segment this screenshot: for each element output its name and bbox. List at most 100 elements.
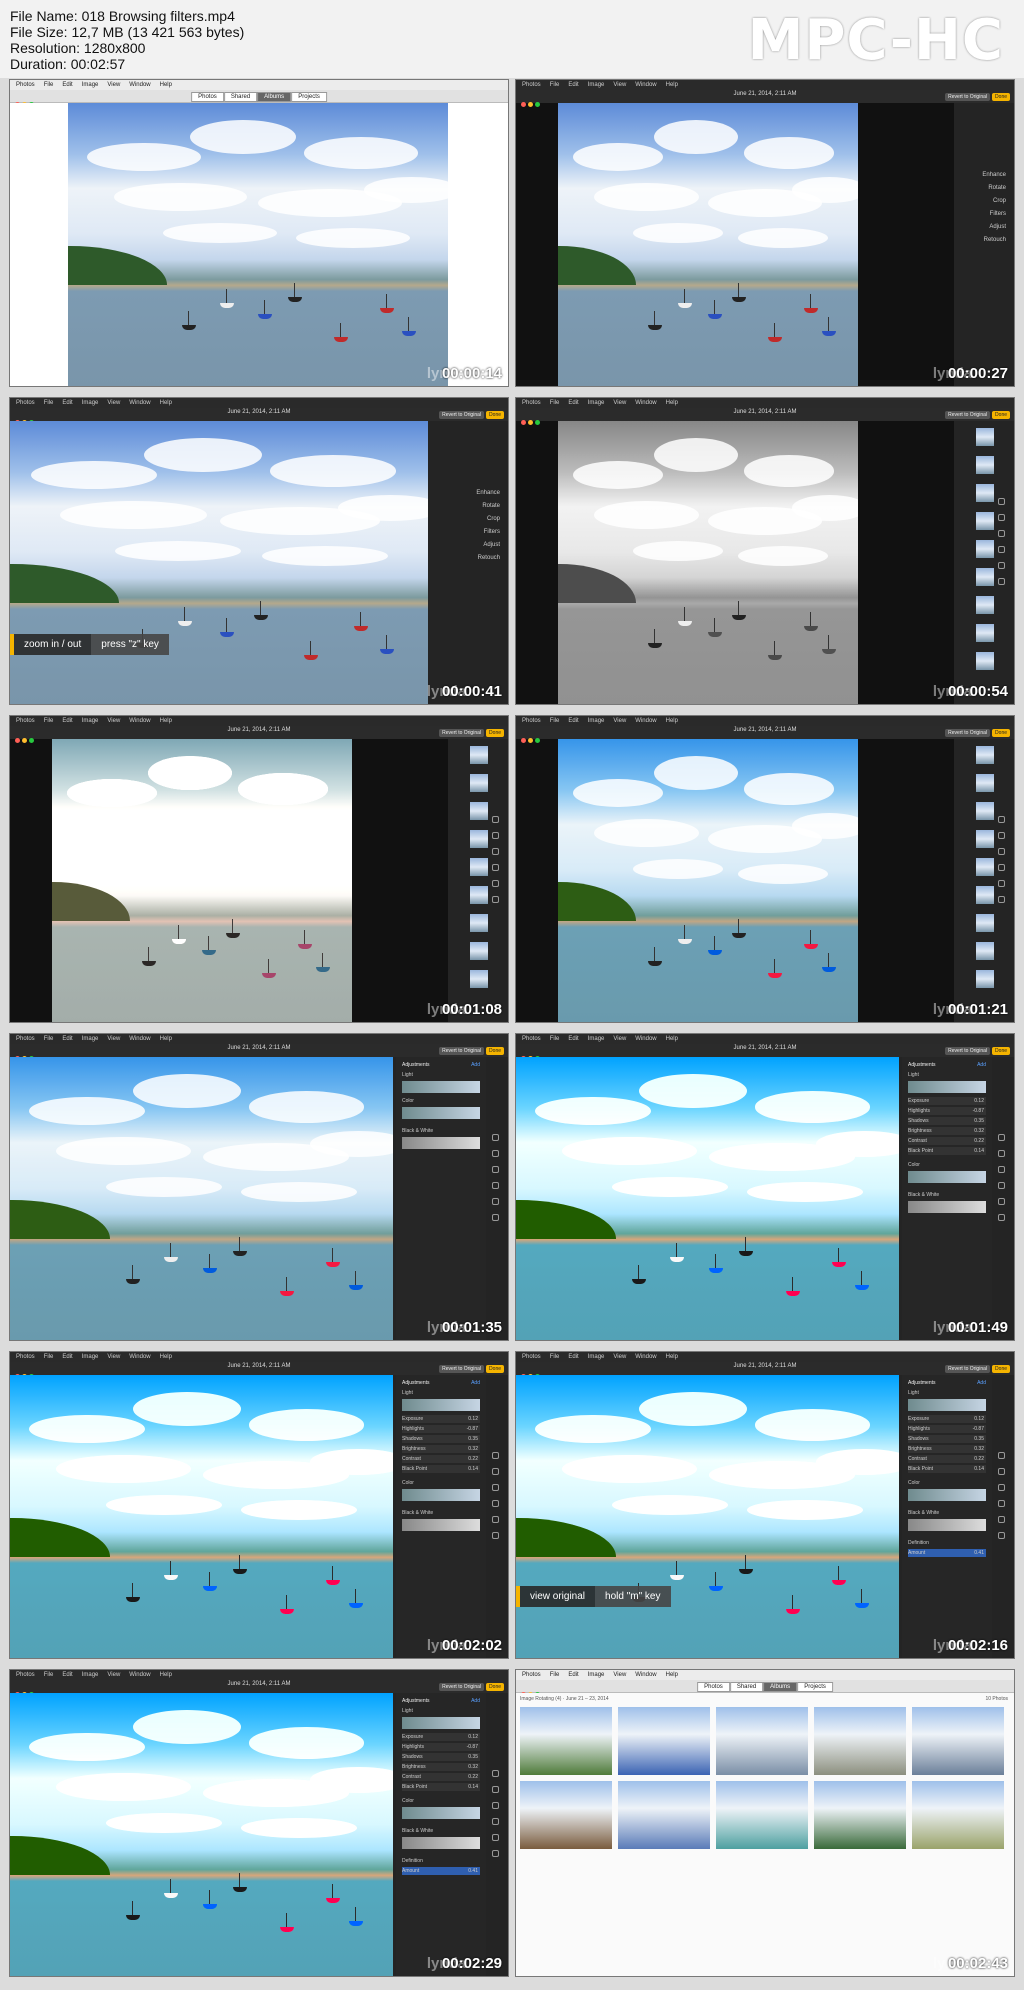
menu-item-file[interactable]: File <box>550 82 560 88</box>
adjust-icon[interactable] <box>492 1198 499 1205</box>
menu-item-image[interactable]: Image <box>82 1354 99 1360</box>
tool-enhance[interactable]: Enhance <box>982 172 1006 178</box>
retouch-icon[interactable] <box>492 1214 499 1221</box>
wand-icon[interactable] <box>998 1134 1005 1141</box>
done-button[interactable]: Done <box>486 1047 504 1055</box>
filter-thumbnail[interactable] <box>976 802 994 820</box>
menu-item-window[interactable]: Window <box>635 82 656 88</box>
rotate-icon[interactable] <box>998 514 1005 521</box>
slider-brightness[interactable]: Brightness 0.32 <box>402 1763 480 1771</box>
menu-item-window[interactable]: Window <box>635 1036 656 1042</box>
menu-item-window[interactable]: Window <box>129 1036 150 1042</box>
filter-thumbnail[interactable] <box>470 858 488 876</box>
wand-icon[interactable] <box>998 816 1005 823</box>
slider-exposure[interactable]: Exposure 0.12 <box>402 1415 480 1423</box>
filters-icon[interactable] <box>998 1500 1005 1507</box>
bw-section[interactable]: Black & White <box>908 1509 986 1517</box>
menu-item-image[interactable]: Image <box>588 718 605 724</box>
album-thumbnail[interactable] <box>814 1707 906 1775</box>
slider-shadows[interactable]: Shadows 0.35 <box>908 1435 986 1443</box>
menu-item-edit[interactable]: Edit <box>568 1354 578 1360</box>
menu-item-view[interactable]: View <box>613 1036 626 1042</box>
color-filmstrip[interactable] <box>908 1171 986 1183</box>
album-thumbnail[interactable] <box>716 1707 808 1775</box>
menu-item-file[interactable]: File <box>44 1672 54 1678</box>
filter-thumbnail[interactable] <box>470 830 488 848</box>
revert-button[interactable]: Revert to Original <box>439 411 484 419</box>
wand-icon[interactable] <box>998 1452 1005 1459</box>
menu-item-help[interactable]: Help <box>160 82 172 88</box>
revert-button[interactable]: Revert to Original <box>945 729 990 737</box>
filter-thumbnail[interactable] <box>976 596 994 614</box>
crop-icon[interactable] <box>998 530 1005 537</box>
light-section[interactable]: Light <box>402 1389 480 1397</box>
photo[interactable] <box>558 421 858 704</box>
menu-item-image[interactable]: Image <box>82 718 99 724</box>
bw-section[interactable]: Black & White <box>402 1827 480 1835</box>
filter-thumbnail[interactable] <box>976 568 994 586</box>
menu-item-help[interactable]: Help <box>666 718 678 724</box>
tool-rotate[interactable]: Rotate <box>482 503 500 509</box>
menu-item-image[interactable]: Image <box>588 1672 605 1678</box>
menu-item-window[interactable]: Window <box>635 718 656 724</box>
color-section[interactable]: Color <box>908 1161 986 1169</box>
slider-highlights[interactable]: Highlights -0.87 <box>402 1743 480 1751</box>
crop-icon[interactable] <box>998 1484 1005 1491</box>
filters-icon[interactable] <box>998 864 1005 871</box>
album-thumbnail[interactable] <box>912 1707 1004 1775</box>
revert-button[interactable]: Revert to Original <box>439 729 484 737</box>
menu-item-photos[interactable]: Photos <box>16 718 35 724</box>
tab-projects[interactable]: Projects <box>797 1682 833 1692</box>
adjust-icon[interactable] <box>492 1516 499 1523</box>
add-adjustment-button[interactable]: Add <box>402 1379 480 1387</box>
menu-item-view[interactable]: View <box>107 1354 120 1360</box>
photo[interactable] <box>68 103 448 386</box>
menu-item-edit[interactable]: Edit <box>62 1354 72 1360</box>
menu-item-window[interactable]: Window <box>129 82 150 88</box>
menu-item-image[interactable]: Image <box>82 1036 99 1042</box>
wand-icon[interactable] <box>998 498 1005 505</box>
album-thumbnail[interactable] <box>618 1707 710 1775</box>
menu-item-edit[interactable]: Edit <box>568 718 578 724</box>
crop-icon[interactable] <box>492 1802 499 1809</box>
wand-icon[interactable] <box>492 1770 499 1777</box>
slider-brightness[interactable]: Brightness 0.32 <box>908 1127 986 1135</box>
menu-item-window[interactable]: Window <box>129 1672 150 1678</box>
slider-exposure[interactable]: Exposure 0.12 <box>908 1415 986 1423</box>
tool-retouch[interactable]: Retouch <box>478 555 500 561</box>
retouch-icon[interactable] <box>492 896 499 903</box>
slider-shadows[interactable]: Shadows 0.35 <box>908 1117 986 1125</box>
menu-item-help[interactable]: Help <box>666 1036 678 1042</box>
light-section[interactable]: Light <box>908 1389 986 1397</box>
slider-highlights[interactable]: Highlights -0.87 <box>908 1107 986 1115</box>
minimize-button[interactable] <box>528 738 533 743</box>
menu-item-help[interactable]: Help <box>666 400 678 406</box>
rotate-icon[interactable] <box>998 1468 1005 1475</box>
menu-item-photos[interactable]: Photos <box>16 1672 35 1678</box>
menu-item-image[interactable]: Image <box>588 400 605 406</box>
filter-thumbnail[interactable] <box>976 512 994 530</box>
color-filmstrip[interactable] <box>402 1107 480 1119</box>
filter-thumbnail[interactable] <box>976 774 994 792</box>
revert-button[interactable]: Revert to Original <box>945 1047 990 1055</box>
adjust-icon[interactable] <box>998 562 1005 569</box>
wand-icon[interactable] <box>492 1134 499 1141</box>
slider-highlights[interactable]: Highlights -0.87 <box>908 1425 986 1433</box>
filters-icon[interactable] <box>492 864 499 871</box>
definition-section[interactable]: Definition <box>908 1539 986 1547</box>
rotate-icon[interactable] <box>998 1150 1005 1157</box>
menu-item-view[interactable]: View <box>613 1354 626 1360</box>
color-filmstrip[interactable] <box>402 1489 480 1501</box>
menu-item-photos[interactable]: Photos <box>16 1036 35 1042</box>
slider-exposure[interactable]: Exposure 0.12 <box>402 1733 480 1741</box>
menu-item-file[interactable]: File <box>550 718 560 724</box>
revert-button[interactable]: Revert to Original <box>439 1047 484 1055</box>
filter-thumbnail[interactable] <box>470 886 488 904</box>
filter-thumbnail[interactable] <box>976 456 994 474</box>
photo[interactable] <box>52 739 352 1022</box>
slider-shadows[interactable]: Shadows 0.35 <box>402 1753 480 1761</box>
menu-item-photos[interactable]: Photos <box>522 82 541 88</box>
wand-icon[interactable] <box>492 1452 499 1459</box>
menu-item-edit[interactable]: Edit <box>568 1672 578 1678</box>
menu-item-file[interactable]: File <box>44 82 54 88</box>
